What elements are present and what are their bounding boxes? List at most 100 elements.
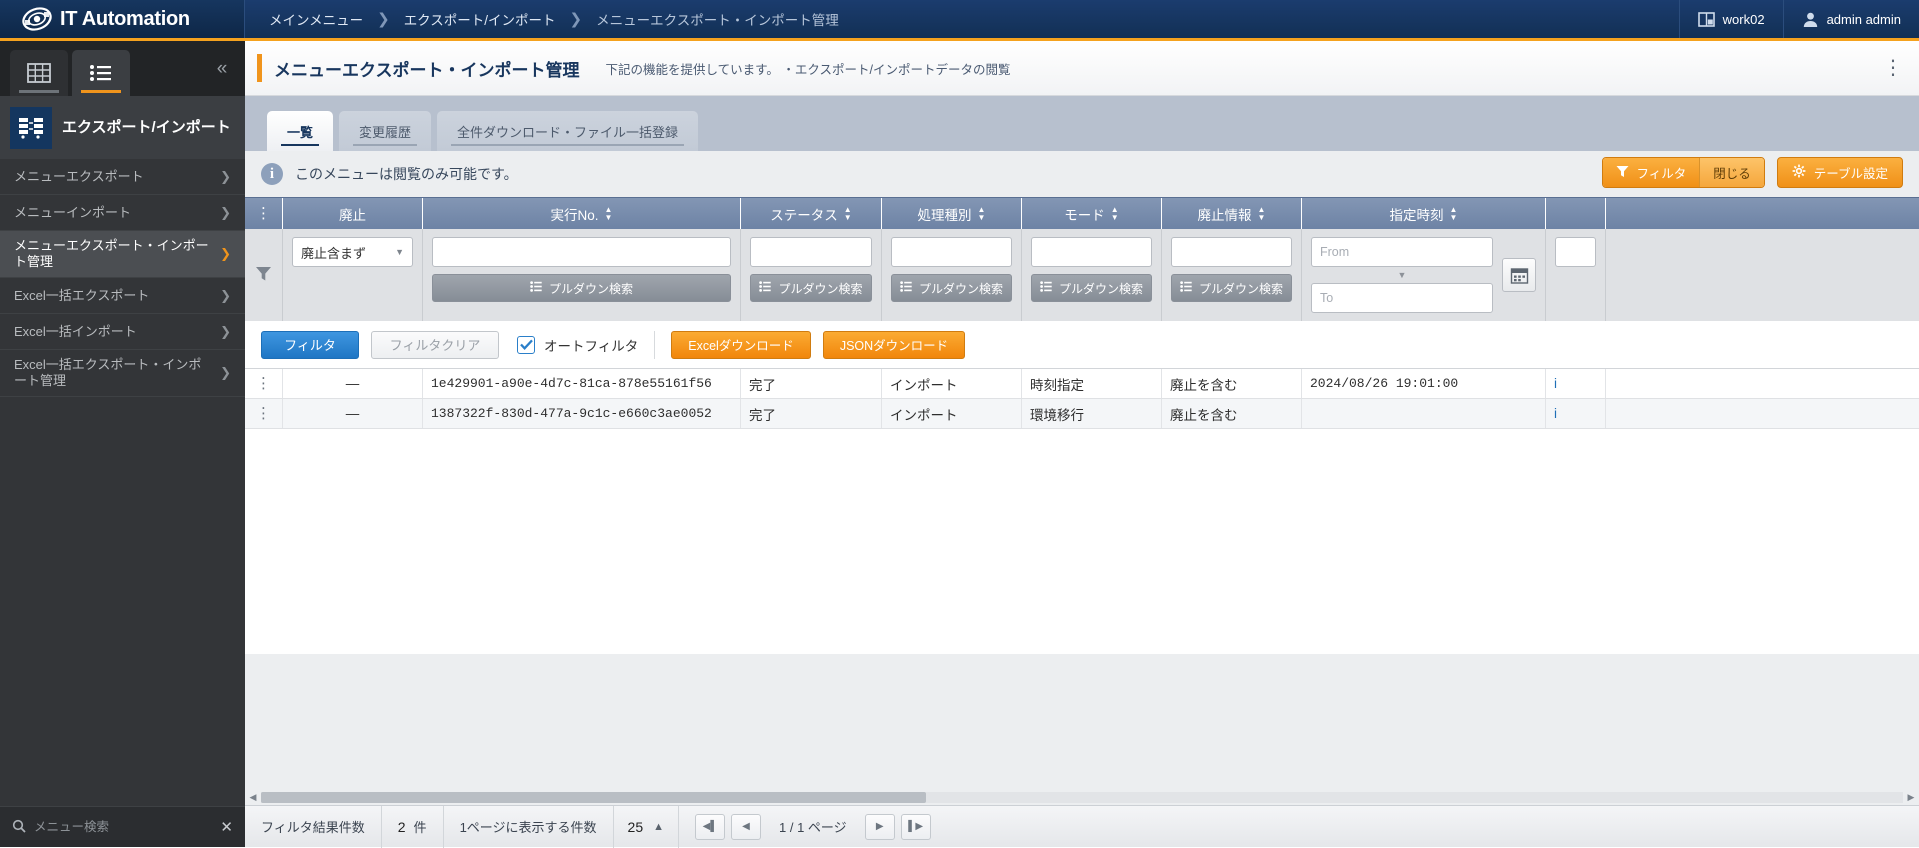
chevron-right-icon: ❯ [220,246,231,262]
json-download-label: JSONダウンロード [840,335,948,354]
workspace-selector[interactable]: work02 [1679,0,1783,38]
status-filter-input[interactable] [750,237,872,267]
calendar-picker-button[interactable] [1502,258,1536,292]
horizontal-scrollbar[interactable]: ◀ ▶ [245,790,1919,805]
brand-logo-area[interactable]: IT Automation [0,0,245,38]
auto-filter-toggle[interactable]: オートフィルタ [517,335,638,355]
table-row[interactable]: ⋮ — 1e429901-a90e-4d7c-81ca-878e55161f56… [245,369,1919,399]
grid-icon [26,62,52,84]
result-count-value: 2 件 [382,806,444,848]
process-type-pulldown-button[interactable]: プルダウン検索 [891,274,1012,302]
user-label: admin admin [1827,12,1901,27]
th-discard-info[interactable]: 廃止情報 ▲▼ [1162,198,1302,229]
breadcrumb-item-1[interactable]: エクスポート/インポート [404,9,556,29]
th-kebab: ⋮ [245,198,283,229]
check-icon [520,339,533,350]
sidebar-item-menu-import[interactable]: メニューインポート ❯ [0,195,245,231]
user-menu[interactable]: admin admin [1783,0,1919,38]
search-icon [12,819,26,836]
sidebar-item-label: メニューインポート [14,205,131,221]
datetime-to-input[interactable] [1311,283,1493,313]
filter-toggle-cell[interactable] [245,229,283,321]
row-kebab-icon[interactable]: ⋮ [245,399,283,428]
pulldown-label: プルダウン検索 [1059,280,1143,297]
kebab-icon[interactable]: ⋮ [256,206,271,221]
json-download-button[interactable]: JSONダウンロード [823,331,965,359]
sort-icon[interactable]: ▲▼ [1111,206,1119,221]
process-type-filter-input[interactable] [891,237,1012,267]
cell-extra[interactable]: i [1546,399,1606,428]
filter-apply-button[interactable]: フィルタ [261,331,359,359]
sort-icon[interactable]: ▲▼ [978,206,986,221]
tab-bulk-download-upload[interactable]: 全件ダウンロード・ファイル一括登録 [437,111,698,151]
filter-clear-button[interactable]: フィルタクリア [371,331,499,359]
sort-icon[interactable]: ▲▼ [1258,206,1266,221]
brand-title: IT Automation [60,8,190,31]
datetime-from-input[interactable] [1311,237,1493,267]
sort-icon[interactable]: ▲▼ [605,206,613,221]
sidebar-item-excel-bulk-export-import-management[interactable]: Excel一括エクスポート・インポート管理 ❯ [0,350,245,397]
discard-select[interactable]: 廃止含まず ▼ [292,237,413,267]
filter-close-label[interactable]: 閉じる [1699,158,1764,187]
last-page-button[interactable]: ▌▶ [901,814,931,840]
filter-status-cell: プルダウン検索 [741,229,882,321]
sidebar-search[interactable]: ✕ [0,806,245,847]
per-page-value: 25 [628,819,644,835]
clear-icon[interactable]: ✕ [214,818,233,836]
sidebar-collapse-button[interactable]: « [199,41,245,96]
sidebar-item-label: メニューエクスポート・インポート管理 [14,238,209,269]
mode-pulldown-button[interactable]: プルダウン検索 [1031,274,1152,302]
content-tabs: 一覧 変更履歴 全件ダウンロード・ファイル一括登録 [245,96,1919,151]
filter-toggle-button[interactable]: フィルタ 閉じる [1602,157,1764,188]
auto-filter-checkbox[interactable] [517,336,535,354]
th-process-type[interactable]: 処理種別 ▲▼ [882,198,1022,229]
filter-toggle-main[interactable]: フィルタ [1603,158,1699,187]
sort-icon[interactable]: ▲▼ [844,206,852,221]
th-exec-no[interactable]: 実行No. ▲▼ [423,198,741,229]
tab-change-history[interactable]: 変更履歴 [339,111,431,151]
excel-download-button[interactable]: Excelダウンロード [671,331,811,359]
exec-no-pulldown-button[interactable]: プルダウン検索 [432,274,731,302]
status-pulldown-button[interactable]: プルダウン検索 [750,274,872,302]
prev-page-button[interactable]: ◀ [731,814,761,840]
scrollbar-thumb[interactable] [261,792,926,803]
extra-filter-input[interactable] [1555,237,1596,267]
result-count-unit: 件 [414,817,427,836]
sidebar-item-excel-bulk-export[interactable]: Excel一括エクスポート ❯ [0,278,245,314]
pulldown-label: プルダウン検索 [919,280,1003,297]
th-status[interactable]: ステータス ▲▼ [741,198,882,229]
sidebar-tab-grid[interactable] [10,50,68,96]
th-label: ステータス [770,204,838,224]
th-datetime[interactable]: 指定時刻 ▲▼ [1302,198,1546,229]
sidebar-item-menu-export-import-management[interactable]: メニューエクスポート・インポート管理 ❯ [0,231,245,278]
discard-info-pulldown-button[interactable]: プルダウン検索 [1171,274,1292,302]
sort-icon[interactable]: ▲▼ [1450,206,1458,221]
scroll-right-icon[interactable]: ▶ [1903,792,1919,803]
tab-list[interactable]: 一覧 [267,111,333,151]
page-menu-kebab-icon[interactable]: ⋮ [1883,58,1903,78]
th-mode[interactable]: モード ▲▼ [1022,198,1162,229]
breadcrumb-item-0[interactable]: メインメニュー [269,9,363,29]
sidebar-item-label: Excel一括エクスポート・インポート管理 [14,357,209,388]
result-count-label: フィルタ結果件数 [245,806,382,848]
filter-funnel-icon[interactable] [255,265,272,285]
workspace-icon [1698,11,1715,28]
row-kebab-icon[interactable]: ⋮ [245,369,283,398]
scrollbar-track[interactable] [261,792,1903,803]
table-settings-button[interactable]: テーブル設定 [1777,157,1903,188]
next-page-button[interactable]: ▶ [865,814,895,840]
mode-filter-input[interactable] [1031,237,1152,267]
table-row[interactable]: ⋮ — 1387322f-830d-477a-9c1c-e660c3ae0052… [245,399,1919,429]
th-discard[interactable]: 廃止 [283,198,423,229]
sidebar-tab-list[interactable] [72,50,130,96]
discard-info-filter-input[interactable] [1171,237,1292,267]
exec-no-filter-input[interactable] [432,237,731,267]
first-page-button[interactable]: ◀▌ [695,814,725,840]
per-page-select[interactable]: 25 ▲ [614,806,679,848]
sidebar-item-excel-bulk-import[interactable]: Excel一括インポート ❯ [0,314,245,350]
sidebar-search-input[interactable] [26,820,214,834]
sidebar-item-menu-export[interactable]: メニューエクスポート ❯ [0,159,245,195]
cell-extra[interactable]: i [1546,369,1606,398]
list-icon [530,281,542,295]
scroll-left-icon[interactable]: ◀ [245,792,261,803]
